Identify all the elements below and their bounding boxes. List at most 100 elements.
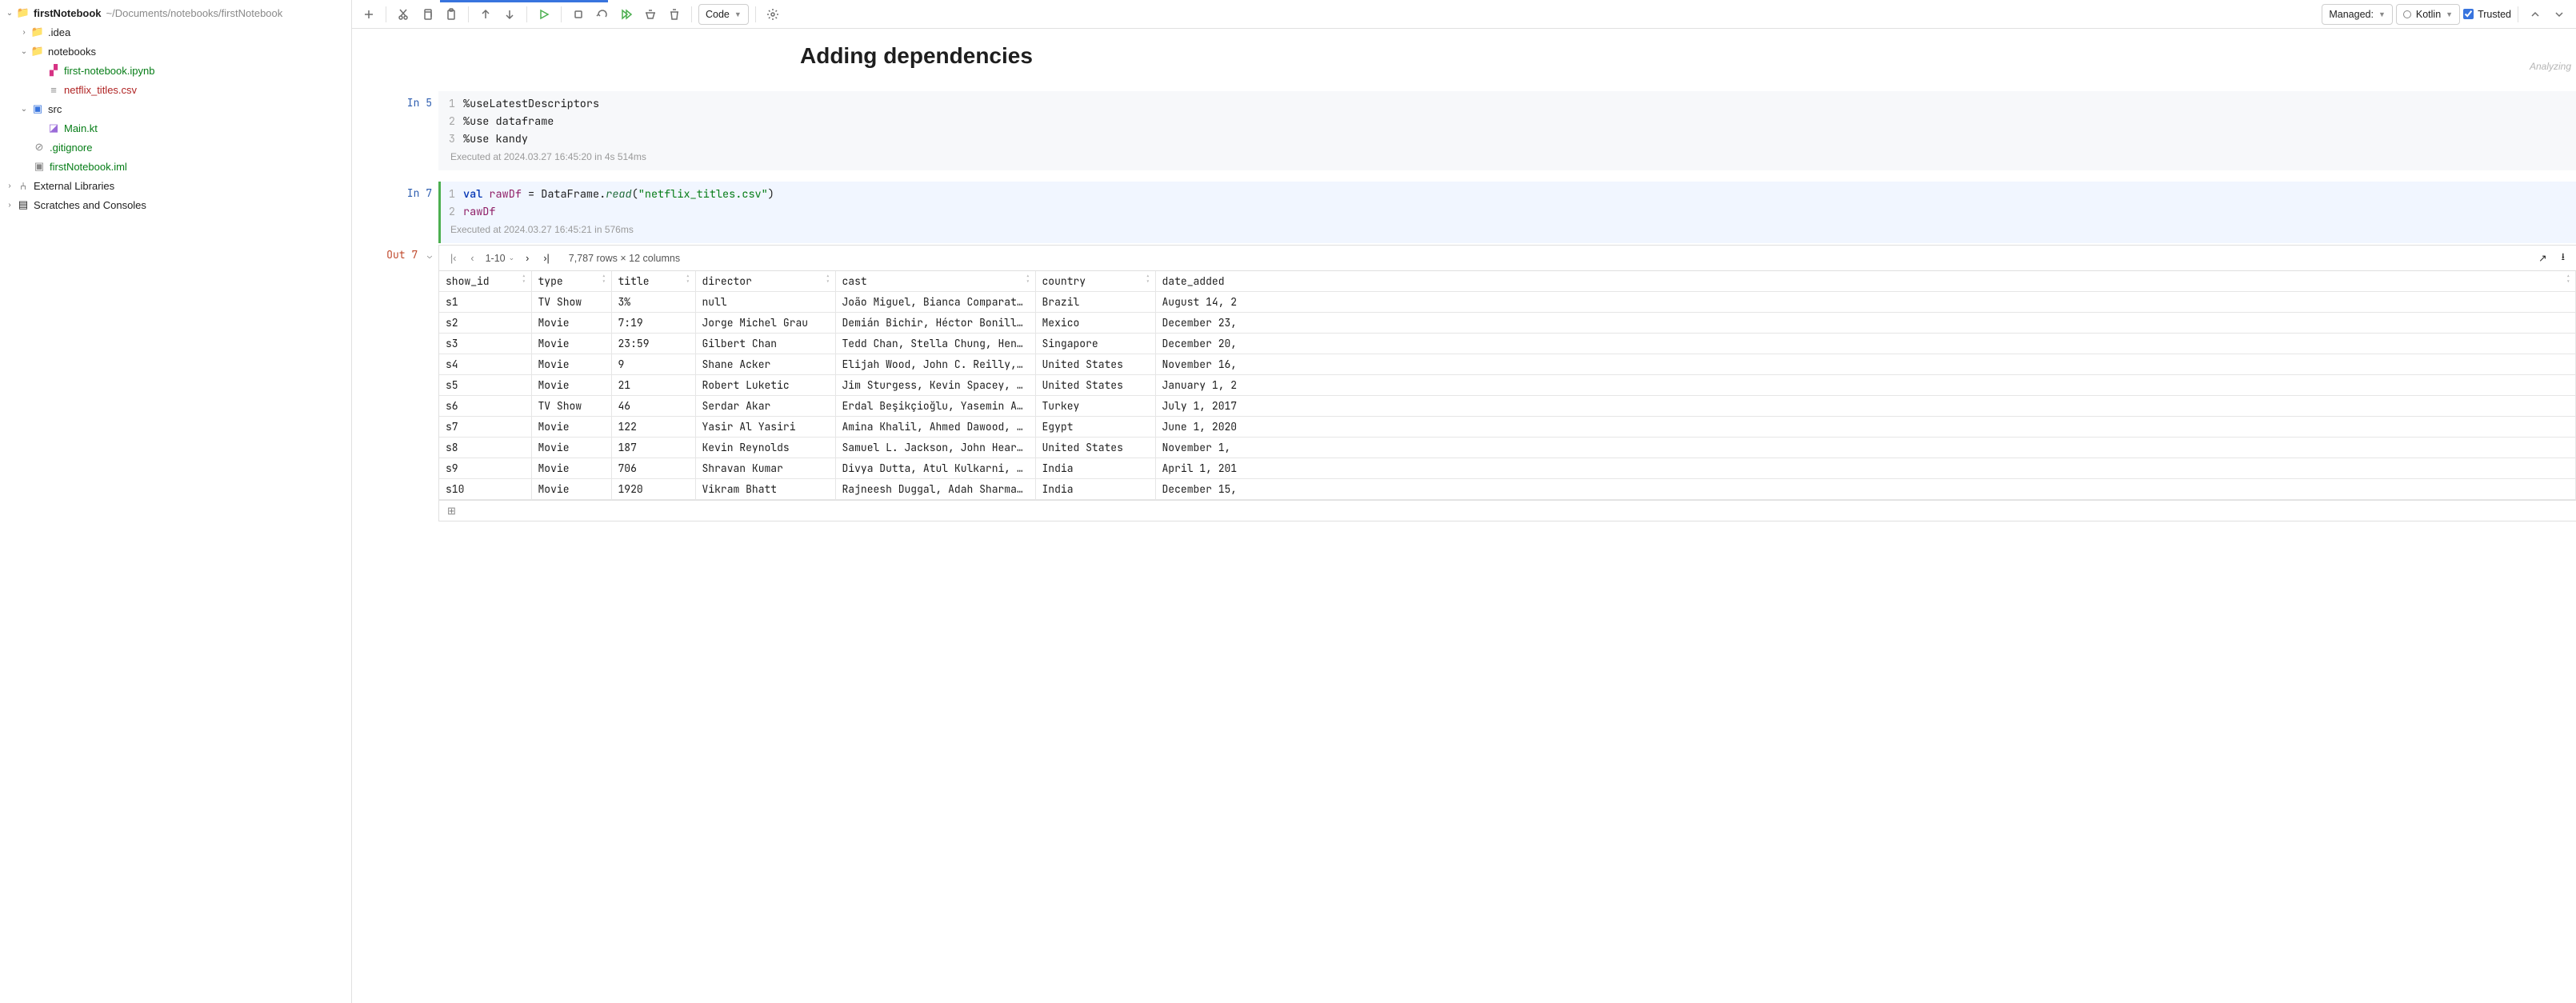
- tree-file-notebook[interactable]: ▞ first-notebook.ipynb: [0, 61, 351, 80]
- table-cell[interactable]: 122: [611, 417, 695, 438]
- table-cell[interactable]: Movie: [531, 334, 611, 354]
- sort-icon[interactable]: ▴ ▾: [686, 274, 690, 285]
- column-header[interactable]: type▴ ▾: [531, 271, 611, 292]
- chevron-down-icon[interactable]: ⌄: [18, 105, 30, 114]
- table-cell[interactable]: s2: [439, 313, 531, 334]
- table-cell[interactable]: Elijah Wood, John C. Reilly, …: [835, 354, 1035, 375]
- table-cell[interactable]: December 23,: [1155, 313, 2576, 334]
- chevron-down-icon[interactable]: ⌄: [427, 250, 432, 261]
- table-row[interactable]: s9Movie706Shravan KumarDivya Dutta, Atul…: [439, 458, 2576, 479]
- copy-button[interactable]: [417, 4, 438, 25]
- open-external-button[interactable]: ↗: [2535, 252, 2550, 264]
- table-cell[interactable]: s1: [439, 292, 531, 313]
- table-cell[interactable]: Movie: [531, 417, 611, 438]
- table-cell[interactable]: s6: [439, 396, 531, 417]
- managed-select[interactable]: Managed: ▼: [2322, 4, 2393, 25]
- column-header[interactable]: date_added▴ ▾: [1155, 271, 2576, 292]
- markdown-heading[interactable]: Adding dependencies: [800, 43, 2576, 69]
- table-cell[interactable]: Amina Khalil, Ahmed Dawood, T…: [835, 417, 1035, 438]
- table-cell[interactable]: January 1, 2: [1155, 375, 2576, 396]
- trusted-checkbox[interactable]: Trusted: [2463, 9, 2511, 20]
- table-cell[interactable]: June 1, 2020: [1155, 417, 2576, 438]
- tree-node-notebooks[interactable]: ⌄ 📁 notebooks: [0, 42, 351, 61]
- table-cell[interactable]: Movie: [531, 313, 611, 334]
- add-cell-button[interactable]: [358, 4, 379, 25]
- sort-icon[interactable]: ▴ ▾: [1146, 274, 1150, 285]
- chevron-right-icon[interactable]: ›: [18, 28, 30, 37]
- table-cell[interactable]: Turkey: [1035, 396, 1155, 417]
- table-cell[interactable]: United States: [1035, 438, 1155, 458]
- tree-node-external-libs[interactable]: › ⑃ External Libraries: [0, 176, 351, 195]
- table-cell[interactable]: Movie: [531, 458, 611, 479]
- table-cell[interactable]: Movie: [531, 375, 611, 396]
- settings-button[interactable]: [762, 4, 783, 25]
- table-cell[interactable]: Tedd Chan, Stella Chung, Henl…: [835, 334, 1035, 354]
- collapse-up-button[interactable]: [2525, 4, 2546, 25]
- table-row[interactable]: s2Movie7:19Jorge Michel GrauDemián Bichi…: [439, 313, 2576, 334]
- table-cell[interactable]: Divya Dutta, Atul Kulkarni, M…: [835, 458, 1035, 479]
- table-cell[interactable]: August 14, 2: [1155, 292, 2576, 313]
- code-cell[interactable]: In 5 1%useLatestDescriptors 2%use datafr…: [352, 91, 2576, 170]
- column-header[interactable]: title▴ ▾: [611, 271, 695, 292]
- table-row[interactable]: s5Movie21Robert LuketicJim Sturgess, Kev…: [439, 375, 2576, 396]
- table-cell[interactable]: s5: [439, 375, 531, 396]
- table-cell[interactable]: December 20,: [1155, 334, 2576, 354]
- table-cell[interactable]: Egypt: [1035, 417, 1155, 438]
- table-cell[interactable]: Vikram Bhatt: [695, 479, 835, 500]
- chevron-right-icon[interactable]: ›: [3, 182, 16, 190]
- table-cell[interactable]: Demián Bichir, Héctor Bonilla…: [835, 313, 1035, 334]
- table-cell[interactable]: TV Show: [531, 396, 611, 417]
- trusted-input[interactable]: [2463, 9, 2474, 19]
- table-cell[interactable]: Mexico: [1035, 313, 1155, 334]
- table-cell[interactable]: Jim Sturgess, Kevin Spacey, K…: [835, 375, 1035, 396]
- table-cell[interactable]: s9: [439, 458, 531, 479]
- run-cell-button[interactable]: [534, 4, 554, 25]
- table-cell[interactable]: 187: [611, 438, 695, 458]
- clear-outputs-button[interactable]: [640, 4, 661, 25]
- chevron-down-icon[interactable]: ⌄: [18, 47, 30, 56]
- table-cell[interactable]: 1920: [611, 479, 695, 500]
- delete-cell-button[interactable]: [664, 4, 685, 25]
- dataframe-table[interactable]: show_id▴ ▾type▴ ▾title▴ ▾director▴ ▾cast…: [439, 271, 2576, 500]
- table-cell[interactable]: s8: [439, 438, 531, 458]
- table-cell[interactable]: Gilbert Chan: [695, 334, 835, 354]
- tree-file-iml[interactable]: ▣ firstNotebook.iml: [0, 157, 351, 176]
- cell-type-select[interactable]: Code ▼: [698, 4, 749, 25]
- paste-button[interactable]: [441, 4, 462, 25]
- code-editor[interactable]: 1%useLatestDescriptors 2%use dataframe 3…: [438, 91, 2576, 170]
- tree-file-main-kt[interactable]: ◪ Main.kt: [0, 118, 351, 138]
- sort-icon[interactable]: ▴ ▾: [826, 274, 830, 285]
- table-cell[interactable]: João Miguel, Bianca Comparato…: [835, 292, 1035, 313]
- code-editor[interactable]: 1val rawDf = DataFrame.read("netflix_tit…: [438, 182, 2576, 243]
- column-header[interactable]: director▴ ▾: [695, 271, 835, 292]
- column-header[interactable]: country▴ ▾: [1035, 271, 1155, 292]
- chevron-right-icon[interactable]: ›: [3, 201, 16, 210]
- table-cell[interactable]: Erdal Beşikçioğlu, Yasemin Al…: [835, 396, 1035, 417]
- restart-button[interactable]: [592, 4, 613, 25]
- tree-node-scratches[interactable]: › ▤ Scratches and Consoles: [0, 195, 351, 214]
- table-row[interactable]: s4Movie9Shane AckerElijah Wood, John C. …: [439, 354, 2576, 375]
- download-button[interactable]: ⭳: [2558, 250, 2568, 266]
- table-cell[interactable]: 3%: [611, 292, 695, 313]
- kernel-select[interactable]: Kotlin ▼: [2396, 4, 2460, 25]
- chevron-down-icon[interactable]: ⌄: [3, 9, 16, 18]
- table-cell[interactable]: s3: [439, 334, 531, 354]
- table-cell[interactable]: 706: [611, 458, 695, 479]
- move-up-button[interactable]: [475, 4, 496, 25]
- collapse-down-button[interactable]: [2549, 4, 2570, 25]
- table-cell[interactable]: Movie: [531, 479, 611, 500]
- column-header[interactable]: cast▴ ▾: [835, 271, 1035, 292]
- table-cell[interactable]: Serdar Akar: [695, 396, 835, 417]
- table-cell[interactable]: United States: [1035, 375, 1155, 396]
- table-cell[interactable]: 21: [611, 375, 695, 396]
- table-cell[interactable]: United States: [1035, 354, 1155, 375]
- column-header[interactable]: show_id▴ ▾: [439, 271, 531, 292]
- sort-icon[interactable]: ▴ ▾: [602, 274, 606, 285]
- table-cell[interactable]: Jorge Michel Grau: [695, 313, 835, 334]
- tree-file-gitignore[interactable]: ⊘ .gitignore: [0, 138, 351, 157]
- move-down-button[interactable]: [499, 4, 520, 25]
- run-all-button[interactable]: [616, 4, 637, 25]
- table-row[interactable]: s10Movie1920Vikram BhattRajneesh Duggal,…: [439, 479, 2576, 500]
- table-cell[interactable]: India: [1035, 479, 1155, 500]
- code-cell-active[interactable]: In 7 1val rawDf = DataFrame.read("netfli…: [352, 182, 2576, 243]
